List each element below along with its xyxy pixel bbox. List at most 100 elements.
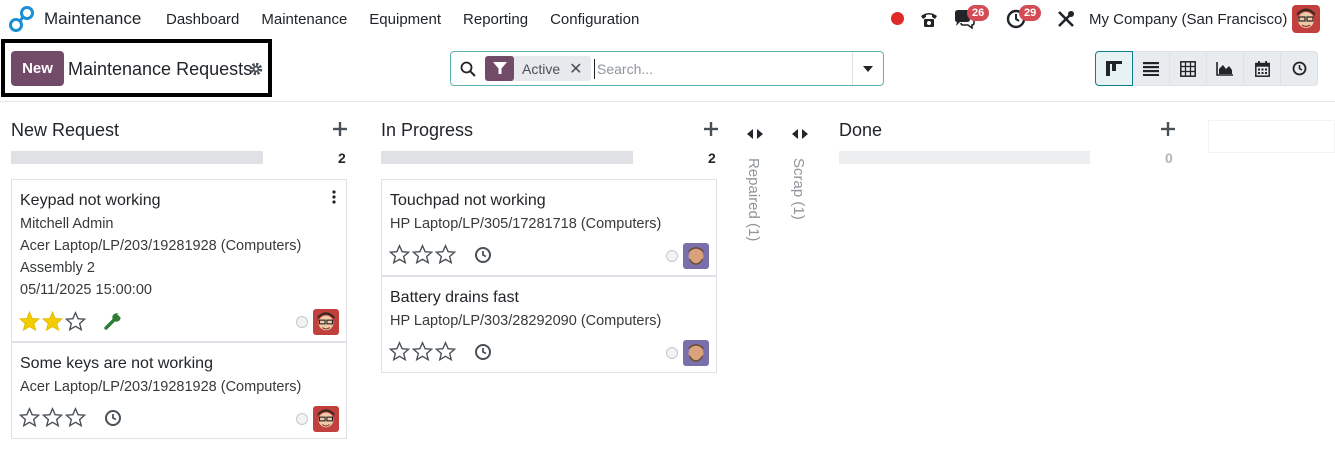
- search-input[interactable]: [594, 59, 849, 79]
- add-column-area[interactable]: [1208, 120, 1335, 153]
- star-empty-icon[interactable]: [389, 341, 410, 361]
- priority-stars[interactable]: [19, 407, 86, 427]
- kanban-card[interactable]: Keypad not working Mitchell Admin Acer L…: [11, 179, 347, 342]
- kanban-view-button[interactable]: [1095, 51, 1133, 86]
- card-menu-kebab-icon[interactable]: [331, 190, 337, 204]
- column-count: 2: [708, 150, 716, 166]
- kanban-card[interactable]: Some keys are not working Acer Laptop/LP…: [11, 342, 347, 439]
- pivot-view-button[interactable]: [1169, 51, 1207, 86]
- menu-item-dashboard[interactable]: Dashboard: [166, 11, 239, 28]
- folded-column-repaired[interactable]: Repaired (1): [744, 128, 768, 268]
- column-title-done[interactable]: Done: [839, 120, 882, 141]
- phone-icon[interactable]: [918, 8, 940, 30]
- kanban-card[interactable]: Touchpad not working HP Laptop/LP/305/17…: [381, 179, 717, 276]
- activities-badge: 29: [1019, 5, 1042, 21]
- card-schedule-date: 05/11/2025 15:00:00: [20, 282, 152, 298]
- filter-facet-label: Active: [522, 60, 561, 77]
- card-title: Touchpad not working: [390, 192, 546, 209]
- graph-view-button[interactable]: [1206, 51, 1244, 86]
- menu-item-equipment[interactable]: Equipment: [369, 11, 441, 28]
- column-progress-bar[interactable]: [381, 151, 633, 164]
- add-card-plus-icon[interactable]: [704, 122, 718, 136]
- user-avatar-icon: [313, 309, 339, 335]
- maintenance-app-logo-icon[interactable]: [9, 6, 35, 32]
- menu-item-configuration[interactable]: Configuration: [550, 11, 639, 28]
- activity-clock-icon[interactable]: [474, 246, 492, 264]
- kanban-icon: [1106, 61, 1122, 76]
- new-button[interactable]: New: [11, 51, 64, 86]
- star-empty-icon[interactable]: [389, 244, 410, 264]
- wrench-icon[interactable]: [104, 312, 122, 330]
- column-count: 2: [338, 150, 346, 166]
- column-progress-bar[interactable]: [839, 151, 1090, 164]
- card-user-avatar[interactable]: [683, 243, 709, 269]
- add-card-plus-icon[interactable]: [1161, 122, 1175, 136]
- star-empty-icon[interactable]: [435, 341, 456, 361]
- card-equipment: Acer Laptop/LP/203/19281928 (Computers): [20, 238, 302, 254]
- priority-stars[interactable]: [389, 341, 456, 361]
- user-avatar-icon: [313, 406, 339, 432]
- star-empty-icon[interactable]: [65, 407, 86, 427]
- kanban-state-dot[interactable]: [666, 250, 678, 262]
- card-user-avatar[interactable]: [313, 406, 339, 432]
- pivot-table-icon: [1180, 60, 1196, 77]
- folded-column-label: Repaired (1): [745, 158, 762, 242]
- user-avatar-icon: [1292, 5, 1320, 33]
- star-empty-icon[interactable]: [412, 341, 433, 361]
- activity-clock-icon[interactable]: [474, 343, 492, 361]
- calendar-view-button[interactable]: [1243, 51, 1281, 86]
- star-empty-icon[interactable]: [412, 244, 433, 264]
- list-icon: [1143, 61, 1159, 76]
- priority-stars[interactable]: [19, 311, 86, 331]
- unfold-arrows-icon[interactable]: [746, 128, 764, 140]
- column-progress-bar[interactable]: [11, 151, 263, 164]
- facet-remove-icon[interactable]: ✕: [569, 59, 590, 79]
- card-title: Some keys are not working: [20, 355, 213, 372]
- star-empty-icon[interactable]: [19, 407, 40, 427]
- unfold-arrows-icon[interactable]: [791, 128, 809, 140]
- page-title[interactable]: Maintenance Requests: [68, 59, 252, 80]
- kanban-state-dot[interactable]: [296, 413, 308, 425]
- menu-item-maintenance[interactable]: Maintenance: [261, 11, 347, 28]
- list-view-button[interactable]: [1132, 51, 1170, 86]
- menu-item-reporting[interactable]: Reporting: [463, 11, 528, 28]
- search-icon[interactable]: [460, 61, 476, 77]
- caret-down-icon: [863, 65, 873, 72]
- card-user-avatar[interactable]: [683, 340, 709, 366]
- card-user-avatar[interactable]: [313, 309, 339, 335]
- card-workcenter: Assembly 2: [20, 260, 95, 276]
- column-title-new-request[interactable]: New Request: [11, 120, 119, 141]
- calendar-icon: [1254, 60, 1270, 77]
- kanban-state-dot[interactable]: [666, 347, 678, 359]
- kanban-state-dot[interactable]: [296, 316, 308, 328]
- filter-icon: [485, 56, 514, 81]
- folded-column-scrap[interactable]: Scrap (1): [789, 128, 813, 268]
- star-empty-icon[interactable]: [435, 244, 456, 264]
- star-empty-icon[interactable]: [65, 311, 86, 331]
- card-equipment: HP Laptop/LP/303/28292090 (Computers): [390, 313, 662, 329]
- debug-tools-icon[interactable]: [1056, 9, 1076, 29]
- recording-dot-icon[interactable]: [891, 12, 904, 25]
- star-empty-icon[interactable]: [42, 407, 63, 427]
- search-bar: Active ✕: [450, 51, 884, 86]
- kanban-card[interactable]: Battery drains fast HP Laptop/LP/303/282…: [381, 276, 717, 373]
- user-avatar-icon: [683, 340, 709, 366]
- star-filled-icon[interactable]: [42, 311, 63, 331]
- activity-view-button[interactable]: [1280, 51, 1318, 86]
- user-avatar[interactable]: [1292, 5, 1320, 33]
- user-avatar-icon: [683, 243, 709, 269]
- activity-clock-icon[interactable]: [104, 409, 122, 427]
- card-title: Keypad not working: [20, 192, 161, 209]
- search-options-toggle[interactable]: [852, 52, 883, 85]
- star-filled-icon[interactable]: [19, 311, 40, 331]
- area-chart-icon: [1216, 61, 1233, 76]
- add-card-plus-icon[interactable]: [333, 122, 347, 136]
- column-title-in-progress[interactable]: In Progress: [381, 120, 473, 141]
- view-switcher: [1095, 51, 1318, 86]
- app-name[interactable]: Maintenance: [44, 9, 141, 29]
- gear-icon[interactable]: [249, 62, 263, 76]
- card-equipment: Acer Laptop/LP/203/19281928 (Computers): [20, 379, 302, 395]
- priority-stars[interactable]: [389, 244, 456, 264]
- main-menu: Dashboard Maintenance Equipment Reportin…: [166, 11, 661, 28]
- company-switcher[interactable]: My Company (San Francisco): [1089, 11, 1287, 28]
